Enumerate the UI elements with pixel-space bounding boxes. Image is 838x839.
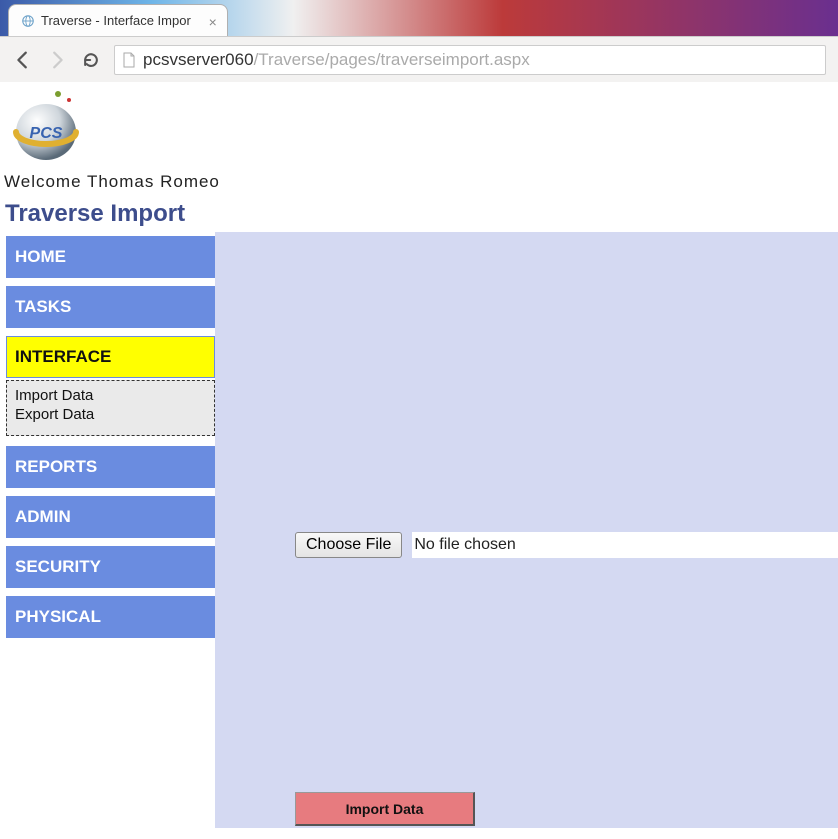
sidebar-submenu: Import Data Export Data — [6, 380, 215, 436]
import-data-button[interactable]: Import Data — [295, 792, 475, 826]
app-header: PCS Welcome Thomas Romeo Traverse Import — [0, 82, 838, 228]
main-panel: Choose File No file chosen Import Data — [215, 232, 838, 828]
file-status: No file chosen — [414, 536, 515, 554]
browser-chrome: Traverse - Interface Impor × pcsvserver0… — [0, 0, 838, 82]
sidebar-sub-export[interactable]: Export Data — [15, 406, 206, 425]
sidebar-item-reports[interactable]: REPORTS — [6, 446, 215, 488]
sidebar-sub-import[interactable]: Import Data — [15, 387, 206, 406]
sidebar-item-home[interactable]: HOME — [6, 236, 215, 278]
file-row: Choose File No file chosen — [295, 532, 838, 558]
sidebar-item-tasks[interactable]: TASKS — [6, 286, 215, 328]
sidebar-item-security[interactable]: SECURITY — [6, 546, 215, 588]
back-button[interactable] — [12, 49, 34, 71]
page-title: Traverse Import — [5, 200, 838, 228]
tab-row: Traverse - Interface Impor × — [0, 0, 838, 36]
url-path: /Traverse/pages/traverseimport.aspx — [254, 50, 530, 70]
svg-text:PCS: PCS — [30, 125, 63, 142]
sidebar: HOME TASKS INTERFACE Import Data Export … — [0, 232, 215, 828]
sidebar-item-physical[interactable]: PHYSICAL — [6, 596, 215, 638]
body-layout: HOME TASKS INTERFACE Import Data Export … — [0, 232, 838, 828]
file-status-wrap: No file chosen — [412, 532, 838, 558]
welcome-text: Welcome Thomas Romeo — [4, 172, 838, 192]
globe-icon — [21, 14, 35, 28]
url-host: pcsvserver060 — [143, 50, 254, 70]
reload-button[interactable] — [80, 49, 102, 71]
logo: PCS — [4, 88, 94, 168]
url-bar[interactable]: pcsvserver060/Traverse/pages/traverseimp… — [114, 45, 826, 75]
browser-tab[interactable]: Traverse - Interface Impor × — [8, 4, 228, 36]
sidebar-item-interface[interactable]: INTERFACE — [6, 336, 215, 378]
close-icon[interactable]: × — [209, 14, 217, 30]
forward-button[interactable] — [46, 49, 68, 71]
choose-file-button[interactable]: Choose File — [295, 532, 402, 558]
file-icon — [121, 52, 137, 68]
sidebar-item-admin[interactable]: ADMIN — [6, 496, 215, 538]
nav-row: pcsvserver060/Traverse/pages/traverseimp… — [0, 36, 838, 82]
tab-title: Traverse - Interface Impor — [41, 13, 191, 28]
